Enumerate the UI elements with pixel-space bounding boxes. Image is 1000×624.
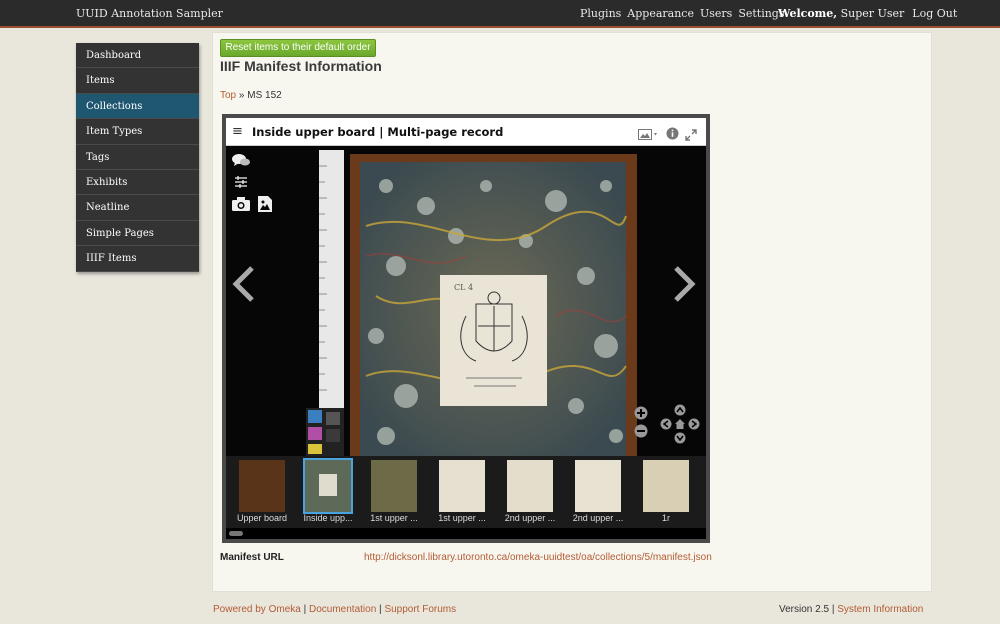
thumbnail[interactable]: 1st upper ... — [362, 460, 426, 524]
powered-by-omeka-link[interactable]: Powered by Omeka — [213, 604, 301, 615]
zoom-in-icon[interactable] — [634, 405, 648, 424]
footer-links: Powered by Omeka | Documentation | Suppo… — [213, 604, 456, 615]
sidebar-item-tags[interactable]: Tags — [76, 144, 199, 170]
iiif-viewer: ≡ Inside upper board | Multi-page record — [222, 114, 710, 543]
nav-plugins[interactable]: Plugins — [580, 7, 621, 20]
page-title: IIIF Manifest Information — [220, 58, 382, 74]
thumbnail-strip: Upper board Inside upp... 1st upper ... … — [226, 456, 706, 528]
thumbnail-label: 2nd upper ... — [572, 513, 624, 523]
thumbnail-label: 1st upper ... — [438, 513, 486, 523]
thumbnail-image — [371, 460, 417, 512]
breadcrumb-separator: » — [238, 90, 245, 101]
top-bar: UUID Annotation Sampler Plugins Appearan… — [0, 0, 1000, 28]
footer-separator: | — [831, 604, 835, 615]
thumbnail-scrollbar[interactable] — [226, 528, 706, 539]
thumbnail-image — [239, 460, 285, 512]
footer-separator: | — [303, 604, 307, 615]
bookplate-shelfmark: CL 4 — [454, 283, 473, 292]
thumbnail-image — [507, 460, 553, 512]
logout-link[interactable]: Log Out — [912, 7, 957, 20]
thumbnail-label: Inside upp... — [303, 513, 353, 523]
viewer-canvas[interactable]: CL 4 — [226, 146, 706, 456]
footer-version: Version 2.5 | System Information — [779, 604, 923, 615]
manifest-url-link[interactable]: http://dicksonl.library.utoronto.ca/omek… — [364, 552, 712, 563]
system-information-link[interactable]: System Information — [837, 604, 923, 615]
viewer-title: Inside upper board | Multi-page record — [252, 125, 504, 139]
global-nav: Plugins Appearance Users Settings — [580, 7, 785, 20]
sidebar-item-items[interactable]: Items — [76, 68, 199, 94]
viewer-header: ≡ Inside upper board | Multi-page record — [226, 118, 706, 146]
image-view-icon[interactable] — [638, 126, 660, 145]
thumbnail-label: Upper board — [236, 513, 288, 523]
info-icon[interactable] — [666, 125, 679, 144]
next-arrow-icon[interactable] — [672, 266, 696, 306]
sidebar-item-collections[interactable]: Collections — [76, 93, 199, 120]
thumbnail-label: 2nd upper ... — [504, 513, 556, 523]
menu-icon[interactable]: ≡ — [232, 124, 243, 139]
zoom-out-icon[interactable] — [634, 423, 648, 442]
sidebar-item-neatline[interactable]: Neatline — [76, 195, 199, 221]
site-title[interactable]: UUID Annotation Sampler — [76, 7, 223, 20]
pan-down-icon[interactable] — [674, 429, 686, 448]
fullscreen-icon[interactable] — [685, 126, 697, 145]
image-icon[interactable] — [258, 196, 272, 216]
nav-users[interactable]: Users — [700, 7, 732, 20]
sidebar-item-dashboard[interactable]: Dashboard — [76, 43, 199, 69]
thumbnail-image — [643, 460, 689, 512]
sidebar-item-simple-pages[interactable]: Simple Pages — [76, 220, 199, 247]
thumbnail-bookplate — [319, 474, 337, 496]
thumbnail[interactable]: Upper board — [230, 460, 294, 524]
thumbnail-image — [439, 460, 485, 512]
thumbnail-label: 1st upper ... — [370, 513, 418, 523]
sidebar-item-item-types[interactable]: Item Types — [76, 119, 199, 145]
reset-order-button[interactable]: Reset items to their default order — [220, 39, 376, 57]
documentation-link[interactable]: Documentation — [309, 604, 376, 615]
welcome-text: Welcome, Super User — [778, 7, 904, 20]
thumbnail-selected[interactable]: Inside upp... — [296, 458, 360, 524]
version-text: Version 2.5 — [779, 604, 830, 615]
previous-arrow-icon[interactable] — [232, 266, 256, 306]
manifest-url-label: Manifest URL — [220, 552, 284, 563]
welcome-label: Welcome, — [778, 7, 838, 20]
sidebar-item-exhibits[interactable]: Exhibits — [76, 169, 199, 196]
breadcrumb-current: MS 152 — [247, 90, 282, 101]
user-name[interactable]: Super User — [841, 7, 905, 20]
sidebar-item-iiif-items[interactable]: IIIF Items — [76, 246, 199, 272]
scrollbar-thumb[interactable] — [229, 531, 243, 536]
footer-separator: | — [379, 604, 382, 615]
sliders-icon[interactable] — [234, 174, 248, 193]
support-forums-link[interactable]: Support Forums — [384, 604, 456, 615]
thumbnail-image — [575, 460, 621, 512]
thumbnail[interactable]: 2nd upper ... — [498, 460, 562, 524]
nav-appearance[interactable]: Appearance — [627, 7, 694, 20]
thumbnail-label: 1r — [661, 513, 670, 523]
pan-right-icon[interactable] — [688, 415, 700, 434]
user-nav: Welcome, Super User Log Out — [778, 7, 957, 20]
thumbnail[interactable]: 1st upper ... — [430, 460, 494, 524]
thumbnail-image — [303, 458, 353, 514]
thumbnail[interactable]: 1r — [634, 460, 698, 524]
thumbnail[interactable]: 2nd upper ... — [566, 460, 630, 524]
sidebar: Dashboard Items Collections Item Types T… — [76, 43, 199, 272]
breadcrumb-top-link[interactable]: Top — [220, 90, 236, 101]
pan-left-icon[interactable] — [660, 415, 672, 434]
comments-icon[interactable] — [232, 152, 250, 171]
camera-icon[interactable] — [232, 196, 250, 215]
breadcrumb: Top » MS 152 — [220, 90, 282, 101]
